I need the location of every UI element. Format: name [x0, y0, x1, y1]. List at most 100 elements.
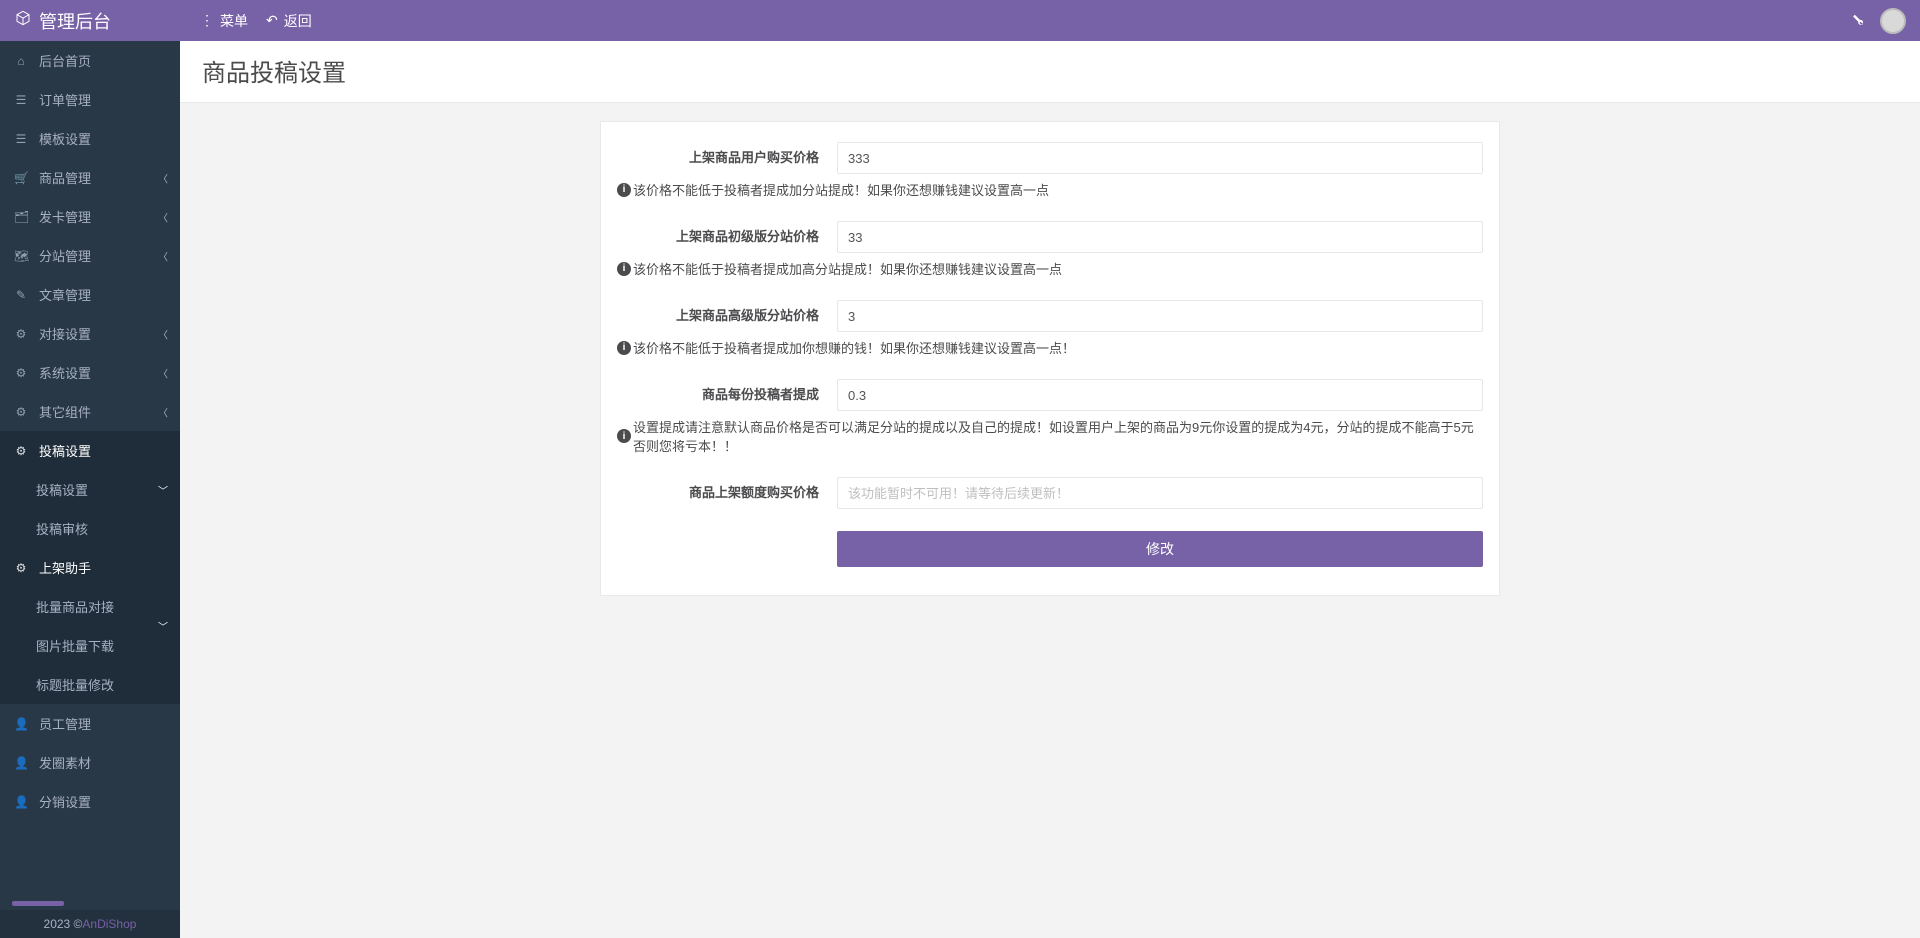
nav-icon: ⚙ — [14, 444, 28, 458]
info-icon: i — [617, 341, 631, 355]
sidebar-item: 🛒商品管理〈 — [0, 158, 180, 197]
sidebar-link[interactable]: 👤 发圈素材 — [0, 743, 180, 782]
form-label: 上架商品用户购买价格 — [617, 143, 837, 173]
sidebar-item-label: 系统设置 — [39, 363, 91, 382]
menu-toggle-label: 菜单 — [220, 11, 248, 31]
cube-icon — [15, 10, 31, 31]
sidebar-item: 👤员工管理 — [0, 704, 180, 743]
hint-text: 该价格不能低于投稿者提成加高分站提成！如果你还想赚钱建议设置高一点 — [633, 259, 1062, 278]
content-wrap: 上架商品用户购买价格i该价格不能低于投稿者提成加分站提成！如果你还想赚钱建议设置… — [180, 103, 1920, 614]
hint-text: 该价格不能低于投稿者提成加你想赚的钱！如果你还想赚钱建议设置高一点！ — [633, 338, 1075, 357]
top-actions: ⋮ 菜单 ↶ 返回 — [180, 11, 312, 31]
nav-icon: ⚙ — [14, 327, 28, 341]
sidebar-link[interactable]: ⚙投稿设置 — [0, 431, 180, 470]
nav-icon: ⚙ — [14, 366, 28, 380]
sidebar-subitem: 标题批量修改 — [0, 665, 180, 704]
hint-text: 该价格不能低于投稿者提成加分站提成！如果你还想赚钱建议设置高一点 — [633, 180, 1049, 199]
form-row: 商品上架额度购买价格 — [617, 477, 1483, 509]
sidebar-scrollbar-thumb[interactable] — [12, 901, 64, 906]
sidebar-sublink[interactable]: 标题批量修改 — [0, 665, 180, 704]
sidebar-link[interactable]: ☰订单管理 — [0, 80, 180, 119]
text-input[interactable] — [837, 142, 1483, 174]
sidebar-subitem: 图片批量下载 — [0, 626, 180, 665]
sidebar-link[interactable]: 🗂 发卡管理 — [0, 197, 180, 236]
sidebar-item-label: 商品管理 — [39, 168, 91, 187]
nav-icon: 👤 — [14, 717, 28, 731]
sidebar-item: ⚙对接设置〈 — [0, 314, 180, 353]
nav-icon: ⚙ — [14, 561, 28, 575]
sidebar-item: ✎文章管理 — [0, 275, 180, 314]
sidebar-item: ☰模板设置 — [0, 119, 180, 158]
form-label: 商品上架额度购买价格 — [617, 478, 837, 508]
sidebar-link[interactable]: ✎文章管理 — [0, 275, 180, 314]
text-input[interactable] — [837, 221, 1483, 253]
form-row: 商品每份投稿者提成 i设置提成请注意默认商品价格是否可以满足分站的提成以及自己的提… — [617, 379, 1483, 455]
sidebar-sublink[interactable]: 批量商品对接 — [0, 587, 180, 626]
avatar[interactable] — [1880, 8, 1906, 34]
text-input[interactable] — [837, 300, 1483, 332]
info-icon: i — [617, 429, 631, 443]
sidebar: ⌂后台首页☰订单管理☰模板设置🛒商品管理〈🗂 发卡管理 〈 🗺 分站管理 〈 ✎文章管理 ⚙ 对… — [0, 41, 180, 938]
nav-icon: ☰ — [14, 93, 28, 107]
nav-icon: 🗂 — [14, 210, 28, 224]
sidebar-item: 🗂 发卡管理 〈 — [0, 197, 180, 236]
back-button-label: 返回 — [284, 11, 312, 31]
form-hint: i设置提成请注意默认商品价格是否可以满足分站的提成以及自己的提成！如设置用户上架… — [617, 417, 1483, 455]
form-row: 上架商品用户购买价格 i该价格不能低于投稿者提成加分站提成！如果你还想赚钱建议设置… — [617, 142, 1483, 199]
sidebar-link[interactable]: ☰模板设置 — [0, 119, 180, 158]
sidebar-item-label: 分站管理 — [39, 246, 91, 265]
sidebar-subitem: 投稿审核 — [0, 509, 180, 548]
nav-icon: ✎ — [14, 288, 28, 302]
chevron-left-icon: 〈 — [158, 209, 168, 224]
sidebar-item: 🗺分站管理〈 — [0, 236, 180, 275]
form-hint: i该价格不能低于投稿者提成加高分站提成！如果你还想赚钱建议设置高一点 — [617, 259, 1062, 278]
sidebar-link[interactable]: ⚙其它组件 — [0, 392, 180, 431]
text-input[interactable] — [837, 477, 1483, 509]
sidebar-link[interactable]: ⚙ 对接设置 — [0, 314, 180, 353]
nav-icon: 👤 — [14, 795, 28, 809]
footer-year: 2023 © — [44, 917, 83, 931]
sidebar-item-label: 发卡管理 — [39, 207, 91, 226]
topbar: 管理后台 ⋮ 菜单 ↶ 返回 — [0, 0, 1920, 41]
info-icon: i — [617, 183, 631, 197]
sidebar-sublink[interactable]: 图片批量下载 — [0, 626, 180, 665]
back-button[interactable]: ↶ 返回 — [266, 11, 312, 31]
nav-icon: ⚙ — [14, 405, 28, 419]
hint-text: 设置提成请注意默认商品价格是否可以满足分站的提成以及自己的提成！如设置用户上架的… — [633, 417, 1483, 455]
sidebar-link[interactable]: ⌂后台首页 — [0, 41, 180, 80]
sidebar-item: ⚙系统设置〈 — [0, 353, 180, 392]
sidebar-link[interactable]: 👤员工管理 — [0, 704, 180, 743]
form-label: 上架商品高级版分站价格 — [617, 301, 837, 331]
sidebar-link[interactable]: ⚙上架助手 — [0, 548, 180, 587]
dots-vertical-icon: ⋮ — [200, 12, 214, 29]
info-icon: i — [617, 262, 631, 276]
form-label: 商品每份投稿者提成 — [617, 380, 837, 410]
sidebar-sublink[interactable]: 投稿设置 — [0, 470, 180, 509]
settings-card: 上架商品用户购买价格i该价格不能低于投稿者提成加分站提成！如果你还想赚钱建议设置… — [600, 121, 1500, 596]
form-label: 上架商品初级版分站价格 — [617, 222, 837, 252]
nav-icon: 🗺 — [14, 249, 28, 263]
brand-label: 管理后台 — [39, 8, 111, 34]
sidebar-item-label: 对接设置 — [39, 324, 91, 343]
main-content: 商品投稿设置 上架商品用户购买价格i该价格不能低于投稿者提成加分站提成！如果你还… — [180, 41, 1920, 938]
nav-icon: 👤 — [14, 756, 28, 770]
sidebar-subitem: 批量商品对接 — [0, 587, 180, 626]
sidebar-subitem: 投稿设置 — [0, 470, 180, 509]
menu-toggle[interactable]: ⋮ 菜单 — [200, 11, 248, 31]
sidebar-link[interactable]: 🗺 分站管理 — [0, 236, 180, 275]
submit-row: 修改 — [617, 531, 1483, 567]
sidebar-link[interactable]: 🛒商品管理 — [0, 158, 180, 197]
sidebar-link[interactable]: 👤 分销设置 — [0, 782, 180, 821]
sidebar-sublink[interactable]: 投稿审核 — [0, 509, 180, 548]
sidebar-item: ⌂后台首页 — [0, 41, 180, 80]
nav-icon: ⌂ — [14, 54, 28, 68]
footer-link[interactable]: AnDiShop — [82, 917, 136, 931]
sidebar-item: ⚙其它组件〈 — [0, 392, 180, 431]
sidebar-item-label: 发圈素材 — [39, 753, 91, 772]
submit-button[interactable]: 修改 — [837, 531, 1483, 567]
page-header: 商品投稿设置 — [180, 41, 1920, 103]
sidebar-link[interactable]: ⚙ 系统设置 — [0, 353, 180, 392]
wrench-icon[interactable] — [1852, 12, 1866, 29]
text-input[interactable] — [837, 379, 1483, 411]
sidebar-item-label: 分销设置 — [39, 792, 91, 811]
